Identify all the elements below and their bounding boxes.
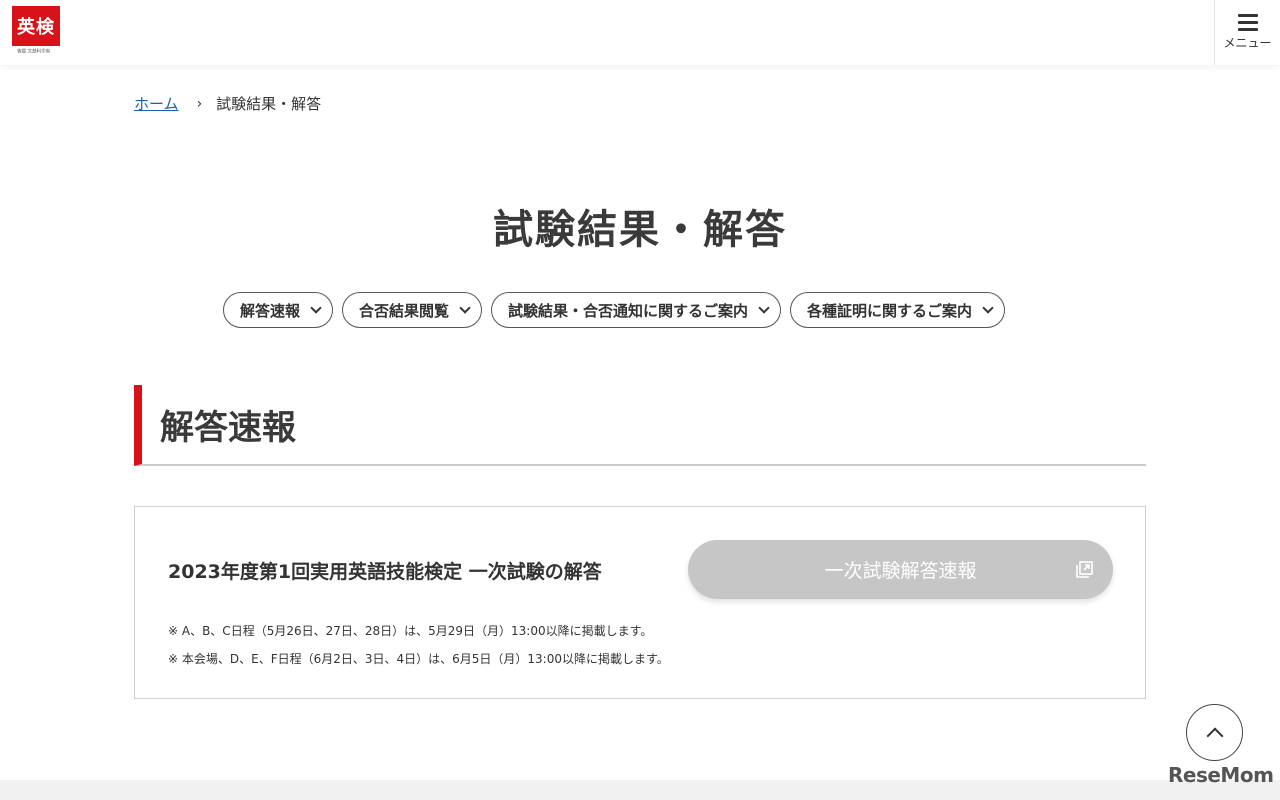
breadcrumb-current: 試験結果・解答 [216, 95, 322, 113]
card-title: 2023年度第1回実用英語技能検定 一次試験の解答 [168, 561, 602, 583]
footer-band [0, 780, 1280, 800]
schedule-note: ※ A、B、C日程（5月26日、27日、28日）は、5月29日（月）13:00以… [168, 624, 653, 638]
anchor-certificate-info[interactable]: 各種証明に関するご案内 [790, 292, 1006, 328]
anchor-result-view[interactable]: 合否結果閲覧 [342, 292, 483, 328]
page-title: 試験結果・解答 [493, 207, 787, 253]
hamburger-icon [1237, 14, 1258, 31]
chevron-right-icon: › [196, 95, 203, 112]
answer-button-label: 一次試験解答速報 [824, 560, 977, 582]
resemom-watermark: ReseMom [1168, 763, 1274, 787]
eiken-logo[interactable]: 英検 後援 文部科学省 [12, 6, 60, 56]
anchor-label: 試験結果・合否通知に関するご案内 [508, 301, 749, 320]
site-header: 英検 後援 文部科学省 メニュー [0, 0, 1280, 65]
anchor-answer-flash[interactable]: 解答速報 [223, 292, 334, 328]
anchor-label: 合否結果閲覧 [359, 301, 450, 320]
back-to-top-button[interactable] [1186, 704, 1243, 761]
anchor-label: 解答速報 [240, 301, 301, 320]
chevron-up-icon [1206, 727, 1223, 744]
chevron-down-icon [982, 301, 994, 314]
section-heading-answer-flash: 解答速報 [134, 385, 1146, 466]
main-content: ホーム › 試験結果・解答 試験結果・解答 解答速報 合否結果閲覧 試験結果・合… [0, 65, 1280, 780]
menu-button[interactable]: メニュー [1214, 0, 1280, 65]
schedule-note: ※ 本会場、D、E、F日程（6月2日、3日、4日）は、6月5日（月）13:00以… [168, 652, 669, 666]
chevron-down-icon [310, 301, 322, 314]
logo-sponsor-text: 後援 文部科学省 [17, 48, 51, 55]
anchor-nav: 解答速報 合否結果閲覧 試験結果・合否通知に関するご案内 各種証明に関するご案内 [223, 292, 1006, 328]
answer-card: 2023年度第1回実用英語技能検定 一次試験の解答 一次試験解答速報 ※ A、B… [134, 506, 1146, 699]
chevron-down-icon [758, 301, 770, 314]
first-exam-answer-button[interactable]: 一次試験解答速報 [688, 540, 1113, 599]
logo-mark: 英検 [12, 6, 60, 46]
anchor-label: 各種証明に関するご案内 [807, 301, 973, 320]
menu-label: メニュー [1223, 36, 1272, 50]
anchor-result-notice-info[interactable]: 試験結果・合否通知に関するご案内 [491, 292, 782, 328]
breadcrumb-home-link[interactable]: ホーム [134, 93, 179, 114]
breadcrumb: ホーム › 試験結果・解答 [134, 93, 321, 114]
external-link-icon [1076, 561, 1093, 578]
chevron-down-icon [459, 301, 471, 314]
